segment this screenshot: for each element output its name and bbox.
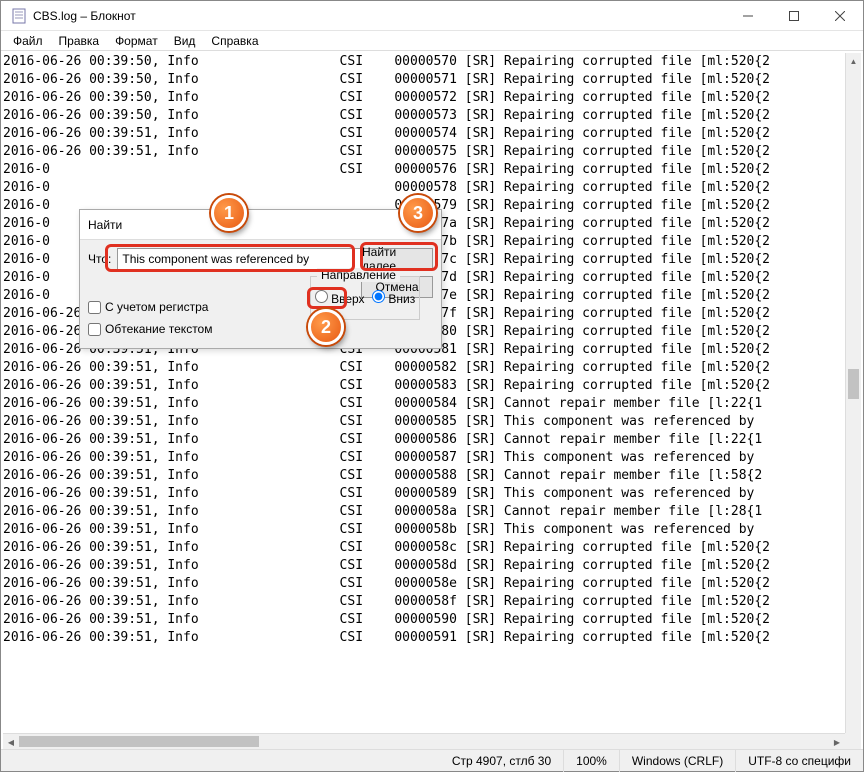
scroll-up-arrow-icon[interactable]: ▲: [846, 53, 861, 69]
text-line: 2016-06-26 00:39:51, Info CSI 00000589 […: [3, 485, 845, 503]
text-line: 2016-06-26 00:39:51, Info CSI 00000588 […: [3, 467, 845, 485]
text-line: 2016-06-26 00:39:51, Info CSI 00000575 […: [3, 143, 845, 161]
direction-down-option[interactable]: Вниз: [372, 290, 415, 306]
callout-2: 2: [308, 309, 344, 345]
scroll-right-arrow-icon[interactable]: ▶: [829, 734, 845, 750]
text-line: 2016-06-26 00:39:51, Info CSI 0000058a […: [3, 503, 845, 521]
text-line: 2016-06-26 00:39:51, Info CSI 00000574 […: [3, 125, 845, 143]
window-title: CBS.log – Блокнот: [33, 9, 725, 23]
text-line: 2016-06-26 00:39:51, Info CSI 0000058f […: [3, 593, 845, 611]
direction-down-radio[interactable]: [372, 290, 385, 303]
scroll-corner: [845, 733, 861, 749]
menu-format[interactable]: Формат: [107, 32, 166, 50]
text-line: 2016-06-26 00:39:51, Info CSI 0000058c […: [3, 539, 845, 557]
text-line: 2016-06-26 00:39:51, Info CSI 00000582 […: [3, 359, 845, 377]
match-case-checkbox[interactable]: [88, 301, 101, 314]
text-line: 2016-06-26 00:39:51, Info CSI 00000591 […: [3, 629, 845, 647]
text-line: 2016-0 00000578 [SR] Repairing corrupted…: [3, 179, 845, 197]
menu-help[interactable]: Справка: [203, 32, 266, 50]
status-zoom: 100%: [564, 750, 620, 772]
text-line: 2016-06-26 00:39:50, Info CSI 00000570 […: [3, 53, 845, 71]
status-encoding: UTF-8 со специфи: [736, 750, 863, 772]
text-line: 2016-0 CSI 00000576 [SR] Repairing corru…: [3, 161, 845, 179]
status-position: Стр 4907, стлб 30: [440, 750, 564, 772]
text-line: 2016-06-26 00:39:50, Info CSI 00000571 […: [3, 71, 845, 89]
title-bar: CBS.log – Блокнот: [1, 1, 863, 31]
text-area[interactable]: 2016-06-26 00:39:50, Info CSI 00000570 […: [3, 53, 845, 733]
find-what-label: Что:: [88, 252, 111, 266]
text-line: 2016-06-26 00:39:51, Info CSI 00000585 […: [3, 413, 845, 431]
callout-3: 3: [400, 195, 436, 231]
text-line: 2016-06-26 00:39:50, Info CSI 00000572 […: [3, 89, 845, 107]
text-line: 2016-06-26 00:39:50, Info CSI 00000573 […: [3, 107, 845, 125]
callout-1: 1: [211, 195, 247, 231]
horizontal-scrollbar[interactable]: ◀ ▶: [3, 733, 845, 749]
direction-up-radio[interactable]: [315, 290, 328, 303]
text-line: 2016-06-26 00:39:51, Info CSI 00000583 […: [3, 377, 845, 395]
find-dialog: Найти Что: Найти далее Отмена Направлени…: [79, 209, 442, 349]
status-eol: Windows (CRLF): [620, 750, 736, 772]
close-button[interactable]: [817, 1, 863, 31]
direction-label: Направление: [317, 268, 400, 282]
vertical-scroll-thumb[interactable]: [848, 369, 859, 399]
text-line: 2016-06-26 00:39:51, Info CSI 00000584 […: [3, 395, 845, 413]
match-case-option[interactable]: С учетом регистра: [88, 300, 212, 314]
direction-up-option[interactable]: Вверх: [315, 290, 365, 306]
vertical-scrollbar[interactable]: ▲ ▼: [845, 53, 861, 749]
notepad-icon: [11, 8, 27, 24]
find-title-bar: Найти: [80, 210, 441, 240]
text-line: 2016-06-26 00:39:51, Info CSI 00000590 […: [3, 611, 845, 629]
menu-file[interactable]: Файл: [5, 32, 51, 50]
text-line: 2016-06-26 00:39:51, Info CSI 00000586 […: [3, 431, 845, 449]
minimize-button[interactable]: [725, 1, 771, 31]
text-line: 2016-06-26 00:39:51, Info CSI 0000058b […: [3, 521, 845, 539]
menu-edit[interactable]: Правка: [51, 32, 108, 50]
menu-bar: Файл Правка Формат Вид Справка: [1, 31, 863, 51]
wrap-option[interactable]: Обтекание текстом: [88, 322, 212, 336]
menu-view[interactable]: Вид: [166, 32, 204, 50]
text-line: 2016-06-26 00:39:51, Info CSI 0000058d […: [3, 557, 845, 575]
text-line: 2016-06-26 00:39:51, Info CSI 0000058e […: [3, 575, 845, 593]
text-line: 2016-06-26 00:39:51, Info CSI 00000587 […: [3, 449, 845, 467]
find-next-button[interactable]: Найти далее: [361, 248, 433, 270]
status-bar: Стр 4907, стлб 30 100% Windows (CRLF) UT…: [1, 749, 863, 771]
wrap-checkbox[interactable]: [88, 323, 101, 336]
horizontal-scroll-thumb[interactable]: [19, 736, 259, 747]
maximize-button[interactable]: [771, 1, 817, 31]
scroll-left-arrow-icon[interactable]: ◀: [3, 734, 19, 750]
